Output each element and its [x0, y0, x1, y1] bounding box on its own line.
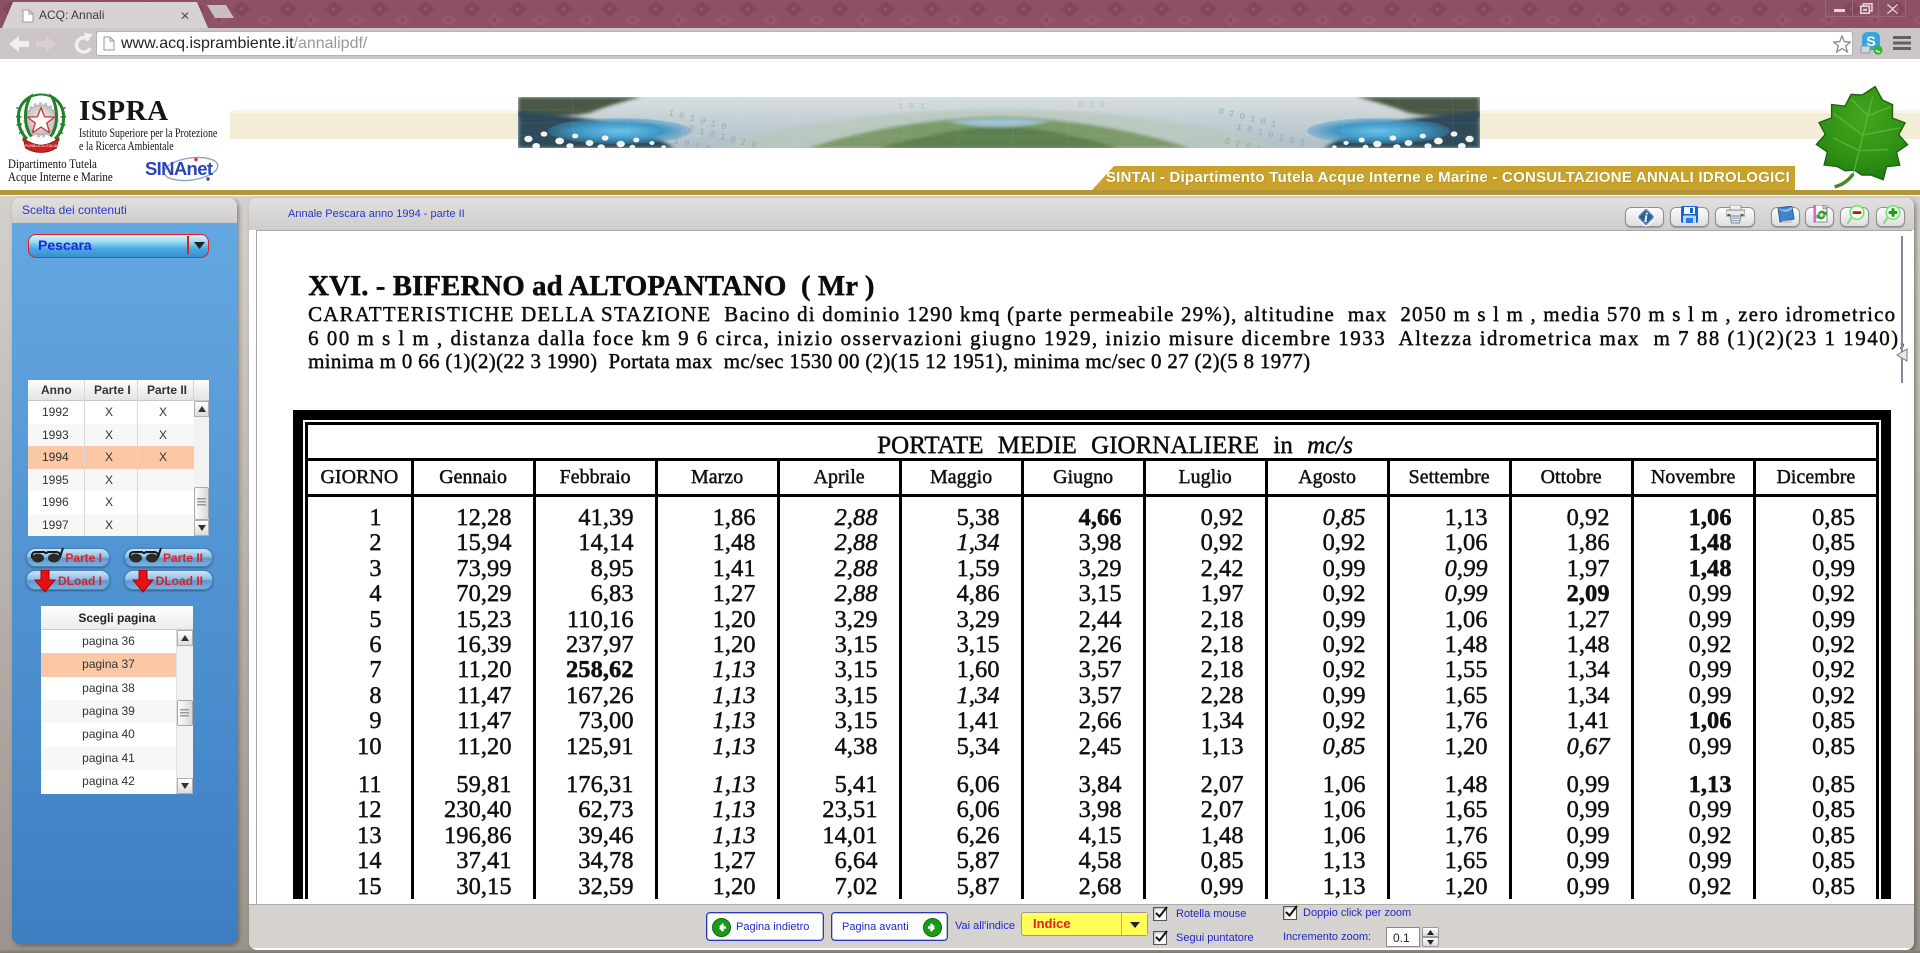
svg-text:1 0 1: 1 0 1	[898, 102, 925, 112]
svg-text:SINAnet: SINAnet	[145, 158, 213, 179]
svg-text:i: i	[1644, 211, 1648, 226]
svg-text:0 1 0: 0 1 0	[1078, 100, 1105, 110]
svg-text:REPUBBLICA ITALIANA: REPUBBLICA ITALIANA	[19, 143, 63, 148]
